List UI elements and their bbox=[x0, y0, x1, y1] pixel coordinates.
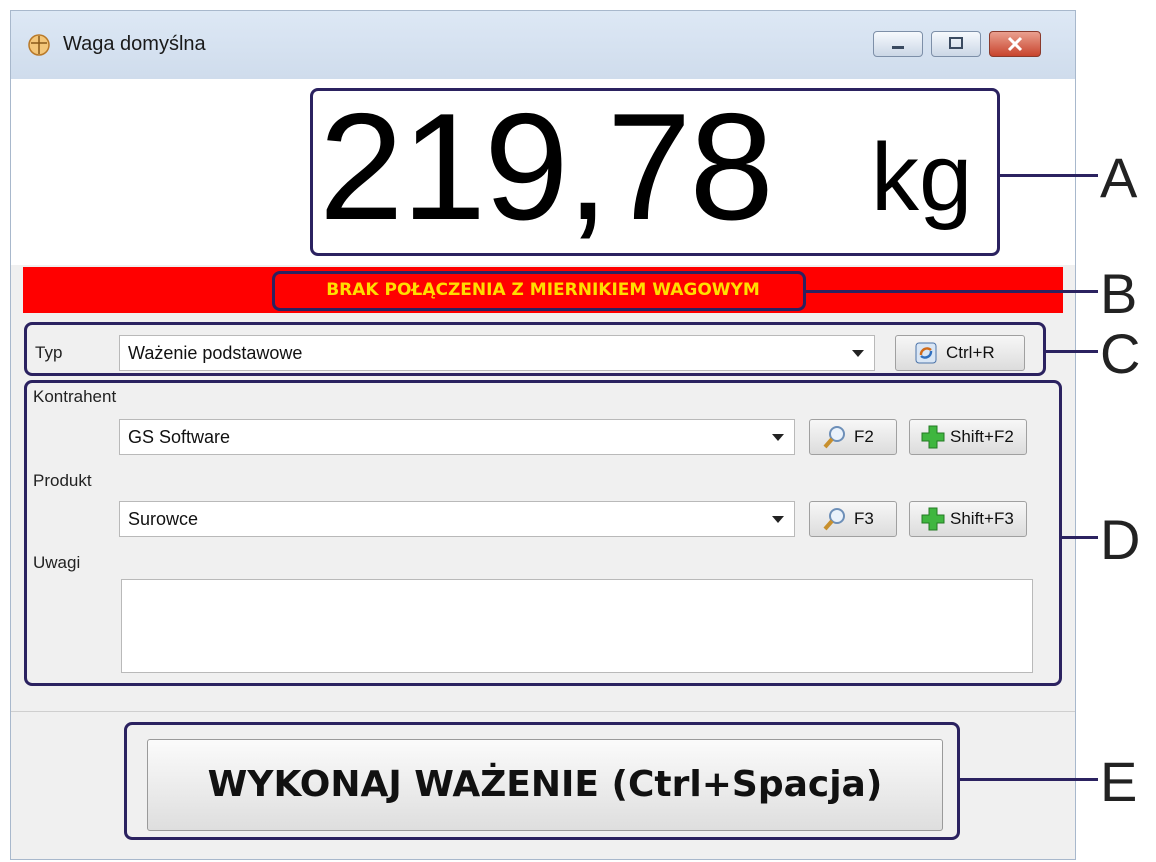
scale-icon bbox=[28, 34, 50, 56]
callout-box-c bbox=[24, 322, 1046, 376]
close-icon bbox=[1007, 36, 1023, 52]
minimize-button[interactable] bbox=[873, 31, 923, 57]
callout-line-e bbox=[958, 778, 1098, 781]
callout-line-d bbox=[1060, 536, 1098, 539]
minimize-icon bbox=[892, 46, 904, 49]
title-bar: Waga domyślna bbox=[11, 11, 1075, 79]
callout-box-b bbox=[272, 271, 806, 311]
callout-letter-c: C bbox=[1100, 322, 1141, 385]
maximize-icon bbox=[949, 37, 963, 49]
callout-box-a bbox=[310, 88, 1000, 256]
separator bbox=[11, 711, 1075, 712]
callout-letter-a: A bbox=[1100, 146, 1138, 209]
window-title: Waga domyślna bbox=[63, 33, 206, 55]
callout-line-b bbox=[804, 290, 1098, 293]
maximize-button[interactable] bbox=[931, 31, 981, 57]
close-button[interactable] bbox=[989, 31, 1041, 57]
callout-line-a bbox=[998, 174, 1098, 177]
callout-box-d bbox=[24, 380, 1062, 686]
callout-line-c bbox=[1044, 350, 1098, 353]
callout-box-e bbox=[124, 722, 960, 840]
callout-letter-d: D bbox=[1100, 508, 1141, 571]
callout-letter-e: E bbox=[1100, 750, 1138, 813]
callout-letter-b: B bbox=[1100, 262, 1138, 325]
